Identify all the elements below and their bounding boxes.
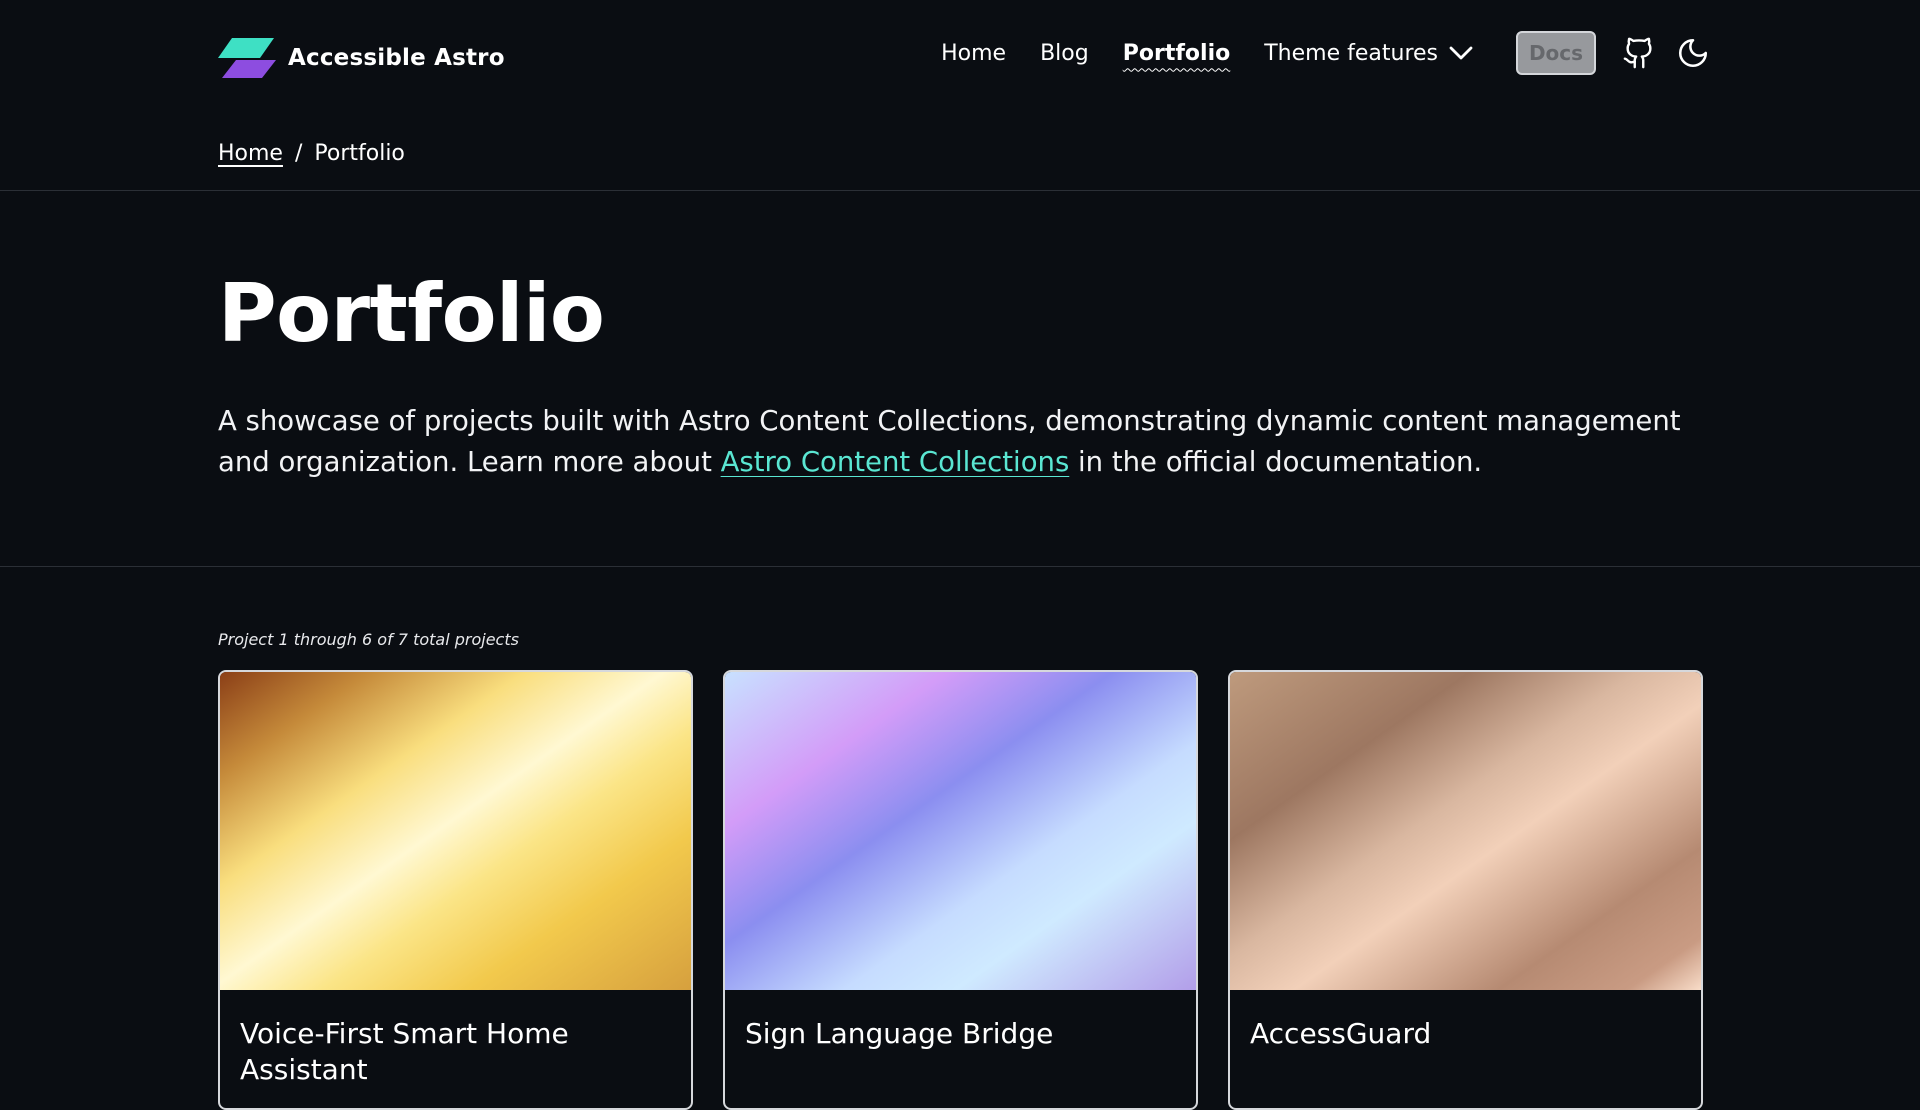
intro-text-end: in the official documentation. — [1069, 446, 1483, 478]
theme-features-label: Theme features — [1264, 40, 1438, 66]
site-header: Accessible Astro Home Blog Portfolio The… — [0, 0, 1920, 110]
intro-paragraph: A showcase of projects built with Astro … — [218, 401, 1718, 483]
site-logo-link[interactable]: Accessible Astro — [218, 36, 505, 80]
project-card-title[interactable]: Sign Language Bridge — [745, 1016, 1175, 1052]
main-navigation: Home Blog Portfolio Theme features Docs — [941, 30, 1710, 76]
theme-toggle-button[interactable] — [1676, 34, 1710, 72]
moon-icon — [1678, 38, 1708, 68]
project-card[interactable]: Sign Language Bridge — [723, 670, 1198, 1110]
chevron-down-icon — [1449, 46, 1473, 60]
project-card-title[interactable]: AccessGuard — [1250, 1016, 1680, 1052]
project-card[interactable]: AccessGuard — [1228, 670, 1703, 1110]
project-card-image — [1230, 672, 1701, 990]
hero-divider — [0, 566, 1920, 567]
project-count-text: Project 1 through 6 of 7 total projects — [218, 630, 519, 649]
project-card-image — [220, 672, 691, 990]
page-title: Portfolio — [218, 267, 605, 360]
content-collections-link[interactable]: Astro Content Collections — [721, 446, 1070, 478]
theme-features-dropdown[interactable]: Theme features — [1264, 41, 1474, 66]
breadcrumb-current: Portfolio — [314, 141, 405, 166]
project-card[interactable]: Voice-First Smart Home Assistant — [218, 670, 693, 1110]
github-icon — [1623, 37, 1652, 69]
breadcrumb-separator: / — [294, 141, 303, 166]
breadcrumb-home-link[interactable]: Home — [218, 141, 283, 166]
docs-button[interactable]: Docs — [1516, 31, 1596, 75]
project-card-image — [725, 672, 1196, 990]
accessible-astro-logo-icon — [218, 38, 276, 78]
nav-link-portfolio[interactable]: Portfolio — [1123, 41, 1231, 66]
nav-link-home[interactable]: Home — [941, 41, 1006, 66]
breadcrumb: Home / Portfolio — [218, 141, 405, 166]
header-divider — [0, 190, 1920, 191]
nav-link-blog[interactable]: Blog — [1040, 41, 1089, 66]
github-link[interactable] — [1622, 34, 1656, 72]
project-card-title[interactable]: Voice-First Smart Home Assistant — [240, 1016, 670, 1088]
site-name: Accessible Astro — [288, 45, 505, 71]
